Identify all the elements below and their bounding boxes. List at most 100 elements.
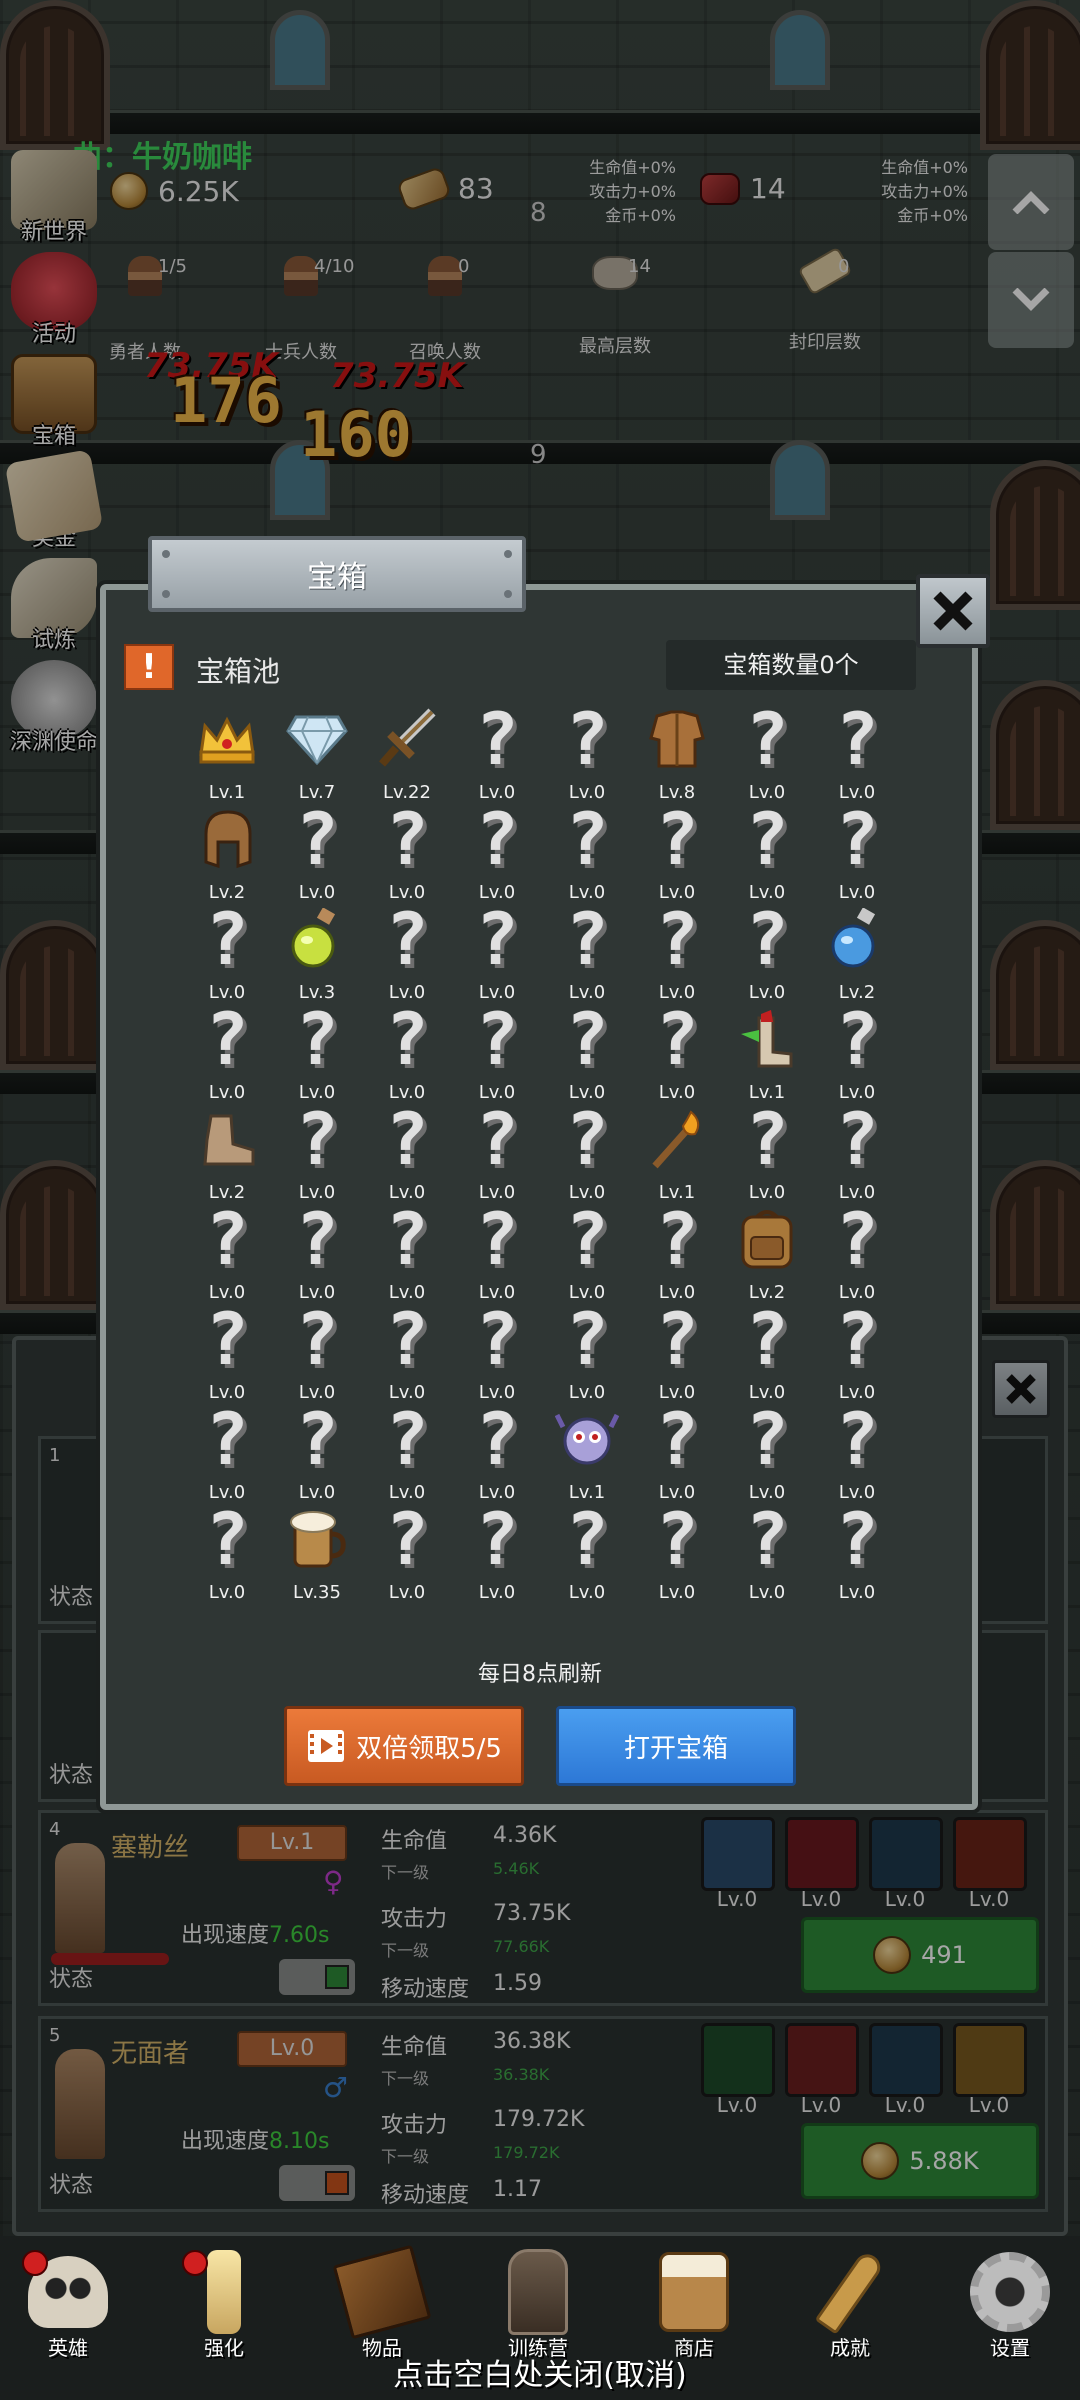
chest-item-cell[interactable]: ? Lv.0 (542, 1500, 632, 1603)
chest-item-cell[interactable]: ? Lv.0 (722, 700, 812, 803)
unknown-icon: ? (835, 1097, 879, 1181)
chest-item-cell[interactable]: ? Lv.0 (452, 1100, 542, 1203)
chest-item-cell[interactable]: Lv.2 (182, 1100, 272, 1203)
close-hint: 点击空白处关闭(取消) (393, 2358, 687, 2393)
warning-icon[interactable]: ! (124, 644, 174, 690)
chest-item-cell[interactable]: Lv.1 (542, 1400, 632, 1503)
chest-item-cell[interactable]: ? Lv.0 (452, 1200, 542, 1303)
chest-item-cell[interactable]: Lv.35 (272, 1500, 362, 1603)
modal-close-button[interactable] (916, 574, 990, 648)
chest-item-cell[interactable]: ? Lv.0 (632, 1500, 722, 1603)
chest-item-cell[interactable]: ? Lv.0 (272, 1400, 362, 1503)
chest-item-cell[interactable]: ? Lv.0 (182, 1000, 272, 1103)
chest-item-cell[interactable]: ? Lv.0 (632, 800, 722, 903)
nav-enhance[interactable]: 强化 (164, 2244, 284, 2361)
chest-item-cell[interactable]: ? Lv.0 (452, 900, 542, 1003)
item-level: Lv.35 (272, 1578, 362, 1603)
chest-item-cell[interactable]: Lv.8 (632, 700, 722, 803)
chest-item-cell[interactable]: ? Lv.0 (452, 800, 542, 903)
chest-item-cell[interactable]: ? Lv.0 (812, 1000, 902, 1103)
chest-item-cell[interactable]: ? Lv.0 (812, 1200, 902, 1303)
nav-shop[interactable]: 商店 (634, 2244, 754, 2361)
chest-item-cell[interactable]: ? Lv.0 (182, 1400, 272, 1503)
chest-item-cell[interactable]: ? Lv.0 (182, 1200, 272, 1303)
chest-item-cell[interactable]: ? Lv.0 (542, 800, 632, 903)
unknown-icon: ? (385, 1397, 429, 1481)
chest-item-cell[interactable]: ? Lv.0 (272, 1300, 362, 1403)
chest-item-cell[interactable]: ? Lv.0 (272, 1200, 362, 1303)
nav-training-camp[interactable]: 训练营 (478, 2244, 598, 2361)
chest-item-cell[interactable]: ? Lv.0 (722, 897, 812, 1003)
beer-mug-icon (284, 1506, 350, 1572)
chest-item-cell[interactable]: ? Lv.0 (542, 1200, 632, 1303)
chest-item-cell[interactable]: ? Lv.0 (812, 1300, 902, 1403)
chest-item-cell[interactable]: ? Lv.0 (812, 1400, 902, 1503)
unknown-icon: ? (565, 997, 609, 1081)
chest-item-cell[interactable]: ? Lv.0 (182, 1300, 272, 1403)
chest-item-cell[interactable]: Lv.3 (272, 900, 362, 1003)
chest-item-cell[interactable]: Lv.2 (182, 800, 272, 903)
nav-items[interactable]: 物品 (322, 2244, 442, 2361)
unknown-icon: ? (475, 1297, 519, 1381)
chest-item-cell[interactable]: ? Lv.0 (542, 1100, 632, 1203)
open-chest-button[interactable]: 打开宝箱 (556, 1706, 796, 1786)
monster-pet-icon (554, 1406, 620, 1472)
double-claim-button[interactable]: 双倍领取5/5 (284, 1706, 524, 1786)
chest-item-cell[interactable]: Lv.2 (812, 900, 902, 1003)
chest-item-cell[interactable]: ? Lv.0 (812, 1097, 902, 1203)
chest-item-cell[interactable]: ? Lv.0 (812, 700, 902, 803)
winged-boots-icon (734, 1006, 800, 1072)
chest-item-cell[interactable]: ? Lv.0 (452, 1400, 542, 1503)
chest-item-cell[interactable]: ? Lv.0 (452, 700, 542, 803)
chest-item-cell[interactable]: ? Lv.0 (362, 1100, 452, 1203)
chest-item-cell[interactable]: ? Lv.0 (632, 1200, 722, 1303)
chest-item-cell[interactable]: ? Lv.0 (182, 900, 272, 1003)
chest-item-cell[interactable]: ? Lv.0 (452, 1297, 542, 1403)
chest-item-cell[interactable]: ? Lv.0 (722, 1400, 812, 1503)
chest-item-cell[interactable]: ? Lv.0 (452, 1000, 542, 1103)
chest-item-cell[interactable]: ? Lv.0 (542, 1300, 632, 1403)
chest-item-cell[interactable]: Lv.1 (722, 1000, 812, 1103)
chest-item-cell[interactable]: ? Lv.0 (362, 1200, 452, 1303)
chest-item-cell[interactable]: ? Lv.0 (632, 900, 722, 1003)
close-icon (933, 591, 973, 631)
chest-item-cell[interactable]: ? Lv.0 (542, 700, 632, 803)
chest-item-cell[interactable]: ? Lv.0 (632, 1000, 722, 1103)
unknown-icon: ? (385, 1497, 429, 1581)
chest-item-cell[interactable]: ? Lv.0 (722, 800, 812, 903)
chest-item-cell[interactable]: ? Lv.0 (182, 1500, 272, 1603)
chest-item-cell[interactable]: ? Lv.0 (362, 1000, 452, 1103)
chest-item-cell[interactable]: ? Lv.0 (542, 997, 632, 1103)
chest-item-cell[interactable]: ? Lv.0 (362, 800, 452, 903)
nav-heroes[interactable]: 英雄 (8, 2244, 128, 2361)
chest-item-cell[interactable]: ? Lv.0 (452, 1500, 542, 1603)
chest-item-cell[interactable]: ? Lv.0 (812, 800, 902, 903)
beer-mug-icon (646, 2244, 742, 2340)
diamond-icon (284, 706, 350, 772)
chest-item-cell[interactable]: Lv.7 (272, 700, 362, 803)
rivet (162, 550, 170, 558)
nav-achievements[interactable]: 成就 (790, 2244, 910, 2361)
chest-item-cell[interactable]: ? Lv.0 (542, 900, 632, 1003)
chest-item-cell[interactable]: ? Lv.0 (362, 1497, 452, 1603)
chest-item-cell[interactable]: ? Lv.0 (722, 1500, 812, 1603)
chest-item-cell[interactable]: ? Lv.0 (272, 1000, 362, 1103)
chest-item-cell[interactable]: Lv.22 (362, 700, 452, 803)
chest-item-cell[interactable]: ? Lv.0 (362, 897, 452, 1003)
chest-item-cell[interactable]: ? Lv.0 (722, 1300, 812, 1403)
chest-item-cell[interactable]: Lv.1 (182, 700, 272, 803)
chest-item-cell[interactable]: ? Lv.0 (362, 1300, 452, 1403)
video-icon (308, 1730, 345, 1762)
nav-settings[interactable]: 设置 (950, 2244, 1070, 2361)
chest-item-cell[interactable]: ? Lv.0 (632, 1400, 722, 1503)
chest-item-cell[interactable]: ? Lv.0 (722, 1100, 812, 1203)
chest-item-cell[interactable]: ? Lv.0 (272, 800, 362, 903)
chest-item-cell[interactable]: ? Lv.0 (812, 1500, 902, 1603)
chest-item-cell[interactable]: Lv.1 (632, 1100, 722, 1203)
chest-item-cell[interactable]: ? Lv.0 (272, 1100, 362, 1203)
chest-item-cell[interactable]: Lv.2 (722, 1200, 812, 1303)
unknown-icon: ? (385, 897, 429, 981)
chest-item-cell[interactable]: ? Lv.0 (362, 1397, 452, 1503)
chest-item-cell[interactable]: ? Lv.0 (632, 1300, 722, 1403)
unknown-icon: ? (745, 897, 789, 981)
